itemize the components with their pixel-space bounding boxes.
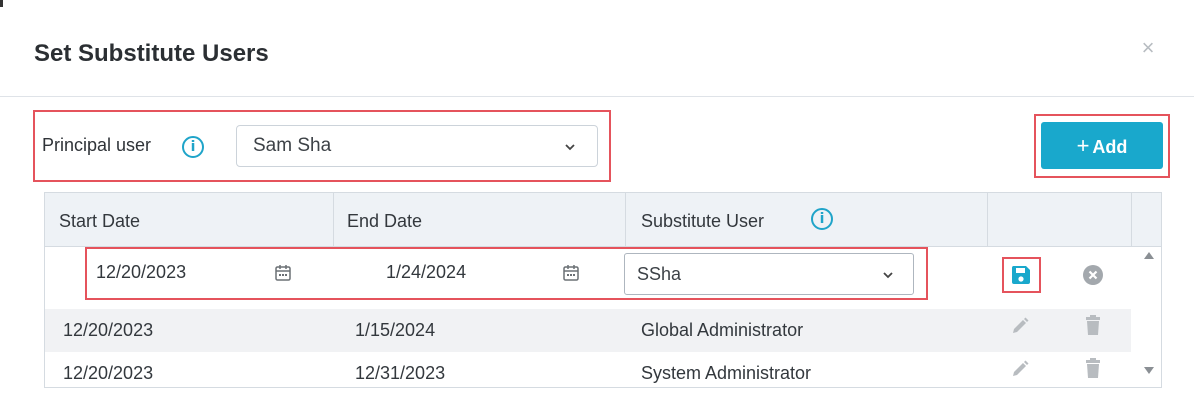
dialog-title: Set Substitute Users bbox=[34, 40, 269, 67]
row-start-date: 12/20/2023 bbox=[63, 363, 154, 383]
edit-icon[interactable] bbox=[1010, 359, 1030, 379]
table-row[interactable]: 12/20/2023 1/15/2024 Global Administrato… bbox=[45, 309, 1131, 352]
close-icon[interactable]: × bbox=[1138, 37, 1158, 59]
highlight-box bbox=[1034, 114, 1170, 178]
column-header-substitute-user[interactable]: Substitute User bbox=[641, 211, 764, 232]
scroll-down-arrow-icon[interactable] bbox=[1144, 367, 1154, 374]
row-end-date: 1/15/2024 bbox=[355, 320, 436, 340]
column-divider bbox=[625, 193, 626, 246]
column-divider bbox=[987, 193, 988, 246]
table-header: Start Date End Date Substitute User i bbox=[45, 193, 1161, 247]
highlight-box bbox=[85, 247, 928, 300]
table-row[interactable]: 12/20/2023 12/31/2023 System Administrat… bbox=[45, 352, 1131, 395]
highlight-box bbox=[1002, 257, 1041, 293]
cancel-icon[interactable] bbox=[1082, 264, 1104, 286]
row-end-date: 12/31/2023 bbox=[355, 363, 446, 383]
trash-icon[interactable] bbox=[1083, 314, 1103, 336]
trash-icon[interactable] bbox=[1083, 357, 1103, 379]
edit-icon[interactable] bbox=[1010, 316, 1030, 336]
scroll-up-arrow-icon[interactable] bbox=[1144, 252, 1154, 259]
info-icon[interactable]: i bbox=[811, 208, 833, 230]
column-divider bbox=[1131, 193, 1132, 246]
column-header-end-date[interactable]: End Date bbox=[347, 211, 422, 232]
column-header-start-date[interactable]: Start Date bbox=[59, 211, 140, 232]
row-start-date: 12/20/2023 bbox=[63, 320, 154, 340]
highlight-box bbox=[33, 110, 611, 182]
dialog-header: Set Substitute Users × bbox=[0, 0, 1194, 97]
row-substitute-user: Global Administrator bbox=[641, 320, 804, 340]
column-divider bbox=[333, 193, 334, 246]
row-substitute-user: System Administrator bbox=[641, 363, 812, 383]
